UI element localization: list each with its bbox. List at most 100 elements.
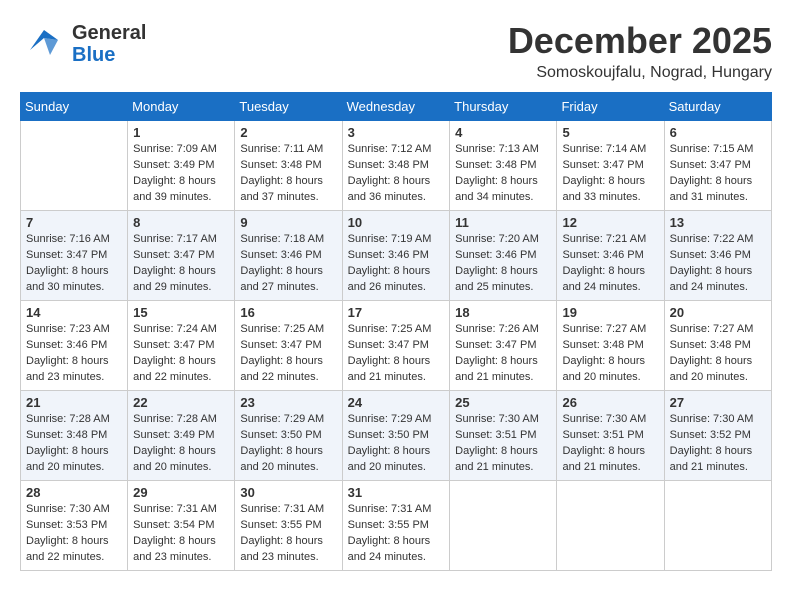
- calendar-cell: 23Sunrise: 7:29 AMSunset: 3:50 PMDayligh…: [235, 391, 342, 481]
- month-title: December 2025: [508, 20, 772, 62]
- day-number: 18: [455, 305, 551, 320]
- day-info: Sunrise: 7:31 AMSunset: 3:55 PMDaylight:…: [240, 502, 336, 566]
- logo-general: General: [72, 22, 146, 44]
- day-number: 30: [240, 485, 336, 500]
- calendar-week-row: 1Sunrise: 7:09 AMSunset: 3:49 PMDaylight…: [21, 121, 772, 211]
- day-info: Sunrise: 7:27 AMSunset: 3:48 PMDaylight:…: [670, 322, 766, 386]
- day-info: Sunrise: 7:27 AMSunset: 3:48 PMDaylight:…: [562, 322, 658, 386]
- calendar-cell: 14Sunrise: 7:23 AMSunset: 3:46 PMDayligh…: [21, 301, 128, 391]
- day-number: 4: [455, 125, 551, 140]
- day-info: Sunrise: 7:14 AMSunset: 3:47 PMDaylight:…: [562, 142, 658, 206]
- day-number: 8: [133, 215, 229, 230]
- day-number: 27: [670, 395, 766, 410]
- calendar-cell: 30 Sunrise: 7:31 AMSunset: 3:55 PMDayligh…: [235, 481, 342, 571]
- calendar-cell: 4 Sunrise: 7:13 AMSunset: 3:48 PMDaylight…: [450, 121, 557, 211]
- calendar-cell: 31 Sunrise: 7:31 AMSunset: 3:55 PMDayligh…: [342, 481, 450, 571]
- calendar-cell: 19 Sunrise: 7:27 AMSunset: 3:48 PMDayligh…: [557, 301, 664, 391]
- day-number: 24: [348, 395, 445, 410]
- day-header-wednesday: Wednesday: [342, 93, 450, 121]
- location-subtitle: Somoskoujfalu, Nograd, Hungary: [508, 64, 772, 82]
- page-header: General Blue December 2025 Somoskoujfalu…: [20, 20, 772, 82]
- calendar-week-row: 28 Sunrise: 7:30 AMSunset: 3:53 PMDayligh…: [21, 481, 772, 571]
- calendar-cell: 26 Sunrise: 7:30 AMSunset: 3:51 PMDayligh…: [557, 391, 664, 481]
- day-info: Sunrise: 7:29 AMSunset: 3:50 PMDaylight:…: [348, 412, 445, 476]
- day-number: 9: [240, 215, 336, 230]
- day-info: Sunrise: 7:22 AMSunset: 3:46 PMDaylight:…: [670, 232, 766, 296]
- day-number: 17: [348, 305, 445, 320]
- calendar-cell: 5Sunrise: 7:14 AMSunset: 3:47 PMDaylight…: [557, 121, 664, 211]
- calendar-cell: 2Sunrise: 7:11 AMSunset: 3:48 PMDaylight…: [235, 121, 342, 211]
- day-number: 12: [562, 215, 658, 230]
- calendar-cell: 12 Sunrise: 7:21 AMSunset: 3:46 PMDayligh…: [557, 211, 664, 301]
- calendar-cell: 25 Sunrise: 7:30 AMSunset: 3:51 PMDayligh…: [450, 391, 557, 481]
- day-info: Sunrise: 7:21 AMSunset: 3:46 PMDaylight:…: [562, 232, 658, 296]
- calendar-cell: [557, 481, 664, 571]
- day-number: 28: [26, 485, 122, 500]
- day-number: 14: [26, 305, 122, 320]
- calendar-week-row: 21 Sunrise: 7:28 AMSunset: 3:48 PMDayligh…: [21, 391, 772, 481]
- day-info: Sunrise: 7:12 AMSunset: 3:48 PMDaylight:…: [348, 142, 445, 206]
- calendar-body: 1Sunrise: 7:09 AMSunset: 3:49 PMDaylight…: [21, 121, 772, 571]
- calendar-cell: 22 Sunrise: 7:28 AMSunset: 3:49 PMDayligh…: [128, 391, 235, 481]
- logo-icon: [20, 20, 68, 68]
- day-info: Sunrise: 7:25 AMSunset: 3:47 PMDaylight:…: [348, 322, 445, 386]
- calendar-cell: 17 Sunrise: 7:25 AMSunset: 3:47 PMDayligh…: [342, 301, 450, 391]
- day-header-sunday: Sunday: [21, 93, 128, 121]
- day-info: Sunrise: 7:26 AMSunset: 3:47 PMDaylight:…: [455, 322, 551, 386]
- title-section: December 2025 Somoskoujfalu, Nograd, Hun…: [508, 20, 772, 82]
- calendar-cell: [21, 121, 128, 211]
- calendar-cell: 9 Sunrise: 7:18 AMSunset: 3:46 PMDaylight…: [235, 211, 342, 301]
- day-number: 7: [26, 215, 122, 230]
- day-info: Sunrise: 7:19 AMSunset: 3:46 PMDaylight:…: [348, 232, 445, 296]
- calendar-week-row: 14Sunrise: 7:23 AMSunset: 3:46 PMDayligh…: [21, 301, 772, 391]
- calendar-cell: 15 Sunrise: 7:24 AMSunset: 3:47 PMDayligh…: [128, 301, 235, 391]
- day-info: Sunrise: 7:13 AMSunset: 3:48 PMDaylight:…: [455, 142, 551, 206]
- day-info: Sunrise: 7:31 AMSunset: 3:55 PMDaylight:…: [348, 502, 445, 566]
- day-number: 25: [455, 395, 551, 410]
- day-number: 15: [133, 305, 229, 320]
- day-number: 20: [670, 305, 766, 320]
- day-info: Sunrise: 7:16 AMSunset: 3:47 PMDaylight:…: [26, 232, 122, 296]
- day-info: Sunrise: 7:30 AMSunset: 3:52 PMDaylight:…: [670, 412, 766, 476]
- day-number: 19: [562, 305, 658, 320]
- day-header-thursday: Thursday: [450, 93, 557, 121]
- day-header-saturday: Saturday: [664, 93, 771, 121]
- day-number: 6: [670, 125, 766, 140]
- calendar-week-row: 7 Sunrise: 7:16 AMSunset: 3:47 PMDaylight…: [21, 211, 772, 301]
- day-number: 2: [240, 125, 336, 140]
- day-info: Sunrise: 7:30 AMSunset: 3:51 PMDaylight:…: [455, 412, 551, 476]
- calendar-cell: 27 Sunrise: 7:30 AMSunset: 3:52 PMDayligh…: [664, 391, 771, 481]
- logo: General Blue: [20, 20, 146, 68]
- day-info: Sunrise: 7:30 AMSunset: 3:53 PMDaylight:…: [26, 502, 122, 566]
- day-number: 31: [348, 485, 445, 500]
- day-info: Sunrise: 7:30 AMSunset: 3:51 PMDaylight:…: [562, 412, 658, 476]
- day-info: Sunrise: 7:31 AMSunset: 3:54 PMDaylight:…: [133, 502, 229, 566]
- day-header-friday: Friday: [557, 93, 664, 121]
- day-info: Sunrise: 7:20 AMSunset: 3:46 PMDaylight:…: [455, 232, 551, 296]
- calendar-cell: 7 Sunrise: 7:16 AMSunset: 3:47 PMDaylight…: [21, 211, 128, 301]
- day-number: 29: [133, 485, 229, 500]
- calendar-cell: 18 Sunrise: 7:26 AMSunset: 3:47 PMDayligh…: [450, 301, 557, 391]
- day-info: Sunrise: 7:24 AMSunset: 3:47 PMDaylight:…: [133, 322, 229, 386]
- calendar-cell: [664, 481, 771, 571]
- day-number: 23: [240, 395, 336, 410]
- day-number: 1: [133, 125, 229, 140]
- calendar-cell: 6 Sunrise: 7:15 AMSunset: 3:47 PMDaylight…: [664, 121, 771, 211]
- day-info: Sunrise: 7:18 AMSunset: 3:46 PMDaylight:…: [240, 232, 336, 296]
- logo-text: General Blue: [72, 22, 146, 66]
- day-info: Sunrise: 7:28 AMSunset: 3:48 PMDaylight:…: [26, 412, 122, 476]
- day-info: Sunrise: 7:15 AMSunset: 3:47 PMDaylight:…: [670, 142, 766, 206]
- calendar-cell: 29 Sunrise: 7:31 AMSunset: 3:54 PMDayligh…: [128, 481, 235, 571]
- calendar-cell: 28 Sunrise: 7:30 AMSunset: 3:53 PMDayligh…: [21, 481, 128, 571]
- day-number: 21: [26, 395, 122, 410]
- day-header-tuesday: Tuesday: [235, 93, 342, 121]
- day-number: 22: [133, 395, 229, 410]
- day-number: 26: [562, 395, 658, 410]
- day-number: 3: [348, 125, 445, 140]
- calendar-cell: 21 Sunrise: 7:28 AMSunset: 3:48 PMDayligh…: [21, 391, 128, 481]
- calendar-header-row: SundayMondayTuesdayWednesdayThursdayFrid…: [21, 93, 772, 121]
- calendar-cell: 1Sunrise: 7:09 AMSunset: 3:49 PMDaylight…: [128, 121, 235, 211]
- calendar-cell: 11Sunrise: 7:20 AMSunset: 3:46 PMDayligh…: [450, 211, 557, 301]
- calendar-cell: 3 Sunrise: 7:12 AMSunset: 3:48 PMDaylight…: [342, 121, 450, 211]
- day-info: Sunrise: 7:28 AMSunset: 3:49 PMDaylight:…: [133, 412, 229, 476]
